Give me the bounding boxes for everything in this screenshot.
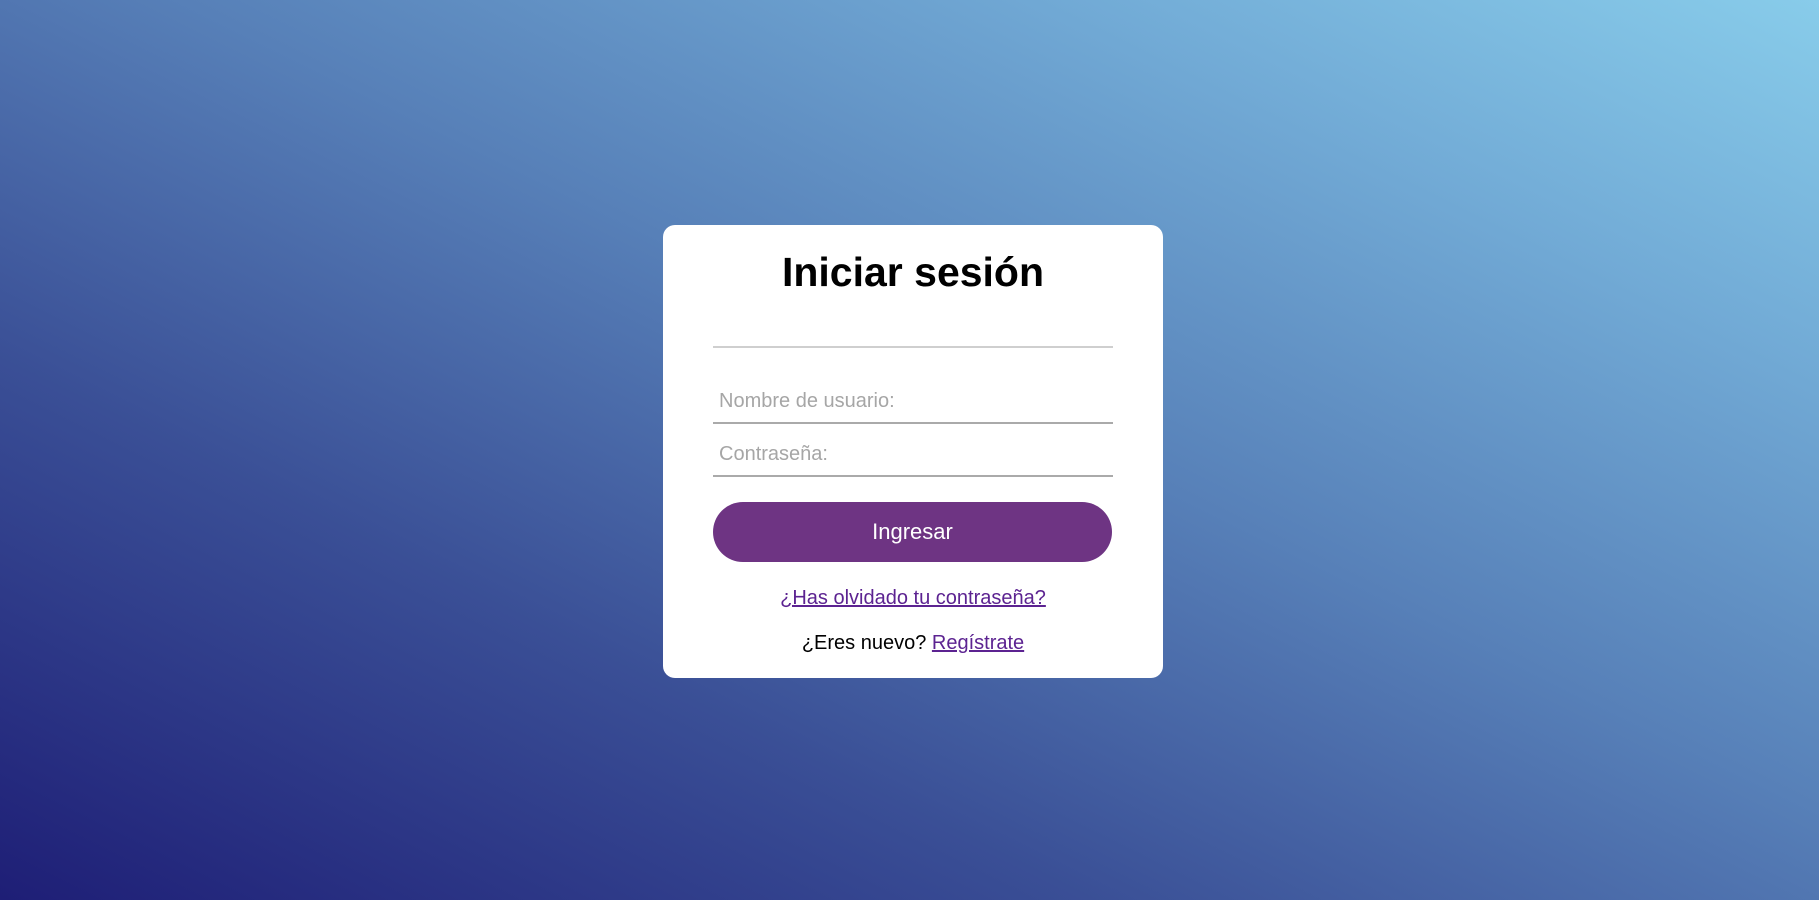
title-divider — [713, 346, 1113, 348]
username-input[interactable] — [713, 380, 1113, 424]
login-button[interactable]: Ingresar — [713, 502, 1112, 562]
login-card: Iniciar sesión Ingresar ¿Has olvidado tu… — [663, 225, 1163, 678]
password-input[interactable] — [713, 433, 1113, 477]
page-title: Iniciar sesión — [781, 249, 1045, 295]
forgot-password-link[interactable]: ¿Has olvidado tu contraseña? — [780, 587, 1046, 609]
forgot-password-row: ¿Has olvidado tu contraseña? — [663, 585, 1163, 611]
register-link[interactable]: Regístrate — [932, 632, 1024, 654]
new-user-text: ¿Eres nuevo? — [801, 632, 927, 654]
register-row: ¿Eres nuevo? Regístrate — [663, 630, 1163, 656]
